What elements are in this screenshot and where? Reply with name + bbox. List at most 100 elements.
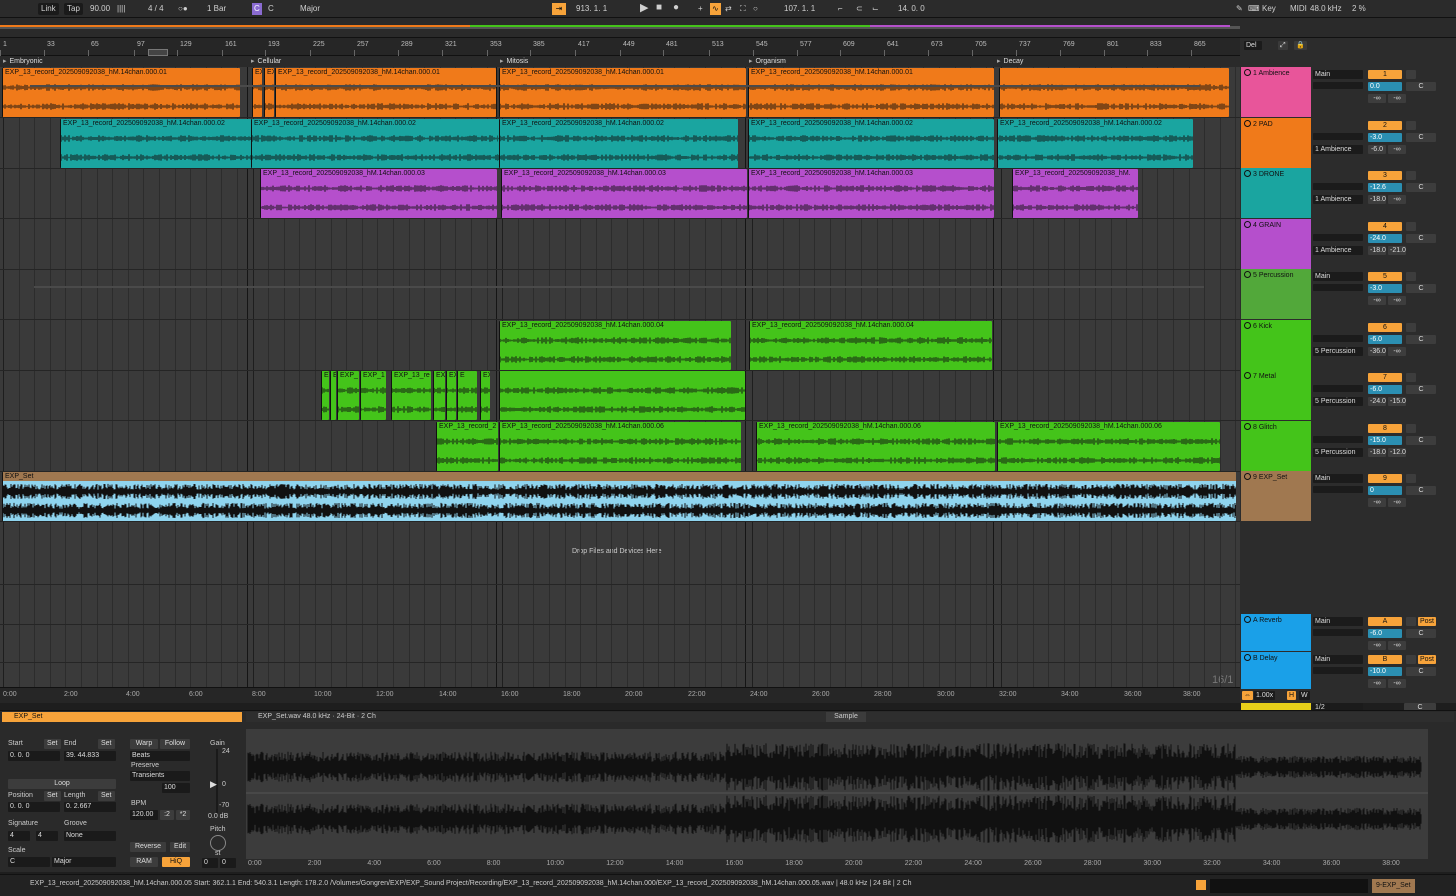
volume-field[interactable]: -10.0 [1368, 667, 1402, 676]
follow-arrow-icon[interactable]: ⇥ [552, 3, 566, 15]
capture-icon[interactable]: ⛶ [740, 3, 746, 15]
locator[interactable]: Decay [997, 57, 1024, 65]
volume-field[interactable]: 0.0 [1368, 82, 1402, 91]
send-b-field[interactable]: -∞ [1388, 195, 1406, 204]
locator-strip[interactable]: Embryonic Cellular Mitosis Organism Decay [0, 56, 1240, 67]
solo-button[interactable] [1406, 70, 1416, 79]
double-tempo-button[interactable]: *2 [176, 810, 190, 820]
sample-tab[interactable]: Sample [826, 712, 866, 722]
audio-clip[interactable]: EXP_E [433, 371, 445, 420]
track-number-button[interactable]: 2 [1368, 121, 1402, 130]
track-header[interactable]: 9 EXP_Set [1241, 471, 1311, 521]
audio-clip[interactable]: EXP_13_record_202509092038_hM.14chan.000… [251, 119, 498, 168]
play-icon[interactable]: ▶ [640, 2, 648, 14]
output-dropdown[interactable]: Main [1313, 474, 1363, 483]
input-dropdown[interactable] [1313, 234, 1363, 241]
record-icon[interactable]: ● [673, 2, 679, 14]
track-header[interactable]: 2 PAD [1241, 118, 1311, 168]
audio-clip[interactable]: EXP_13_record_202509092038_hM.14chan.000… [275, 68, 496, 117]
audio-clip[interactable]: EXP_13_record_202509092038_hM.14chan.000… [499, 119, 738, 168]
track-number-button[interactable]: 7 [1368, 373, 1402, 382]
quantize-dropdown[interactable]: 1 Bar [207, 3, 226, 15]
track-activator-icon[interactable] [1244, 69, 1251, 76]
track-header[interactable]: B Delay [1241, 652, 1311, 689]
volume-field[interactable]: -24.0 [1368, 234, 1402, 243]
pan-field[interactable]: C [1406, 629, 1436, 638]
scale-root-dropdown[interactable]: C [8, 857, 50, 867]
track-activator-icon[interactable] [1244, 322, 1251, 329]
post-button[interactable]: Post [1418, 617, 1436, 626]
send-a-field[interactable]: -18.0 [1368, 246, 1386, 255]
pan-field[interactable]: C [1406, 284, 1436, 293]
ram-button[interactable]: RAM [130, 857, 158, 867]
audio-clip[interactable]: EXP_13_record_202509092038_hM. [1012, 169, 1138, 218]
scale-dropdown[interactable]: Major [300, 3, 320, 15]
send-a-field[interactable]: -18.0 [1368, 448, 1386, 457]
overdub-icon[interactable]: + [698, 3, 703, 15]
solo-button[interactable] [1406, 171, 1416, 180]
volume-field[interactable]: 0 [1368, 486, 1402, 495]
edit-button[interactable]: Edit [170, 842, 190, 852]
track-number-button[interactable]: 1 [1368, 70, 1402, 79]
volume-field[interactable]: -3.0 [1368, 133, 1402, 142]
audio-clip[interactable]: EXP_13_record_202509092038_hM.14chan.000… [499, 321, 731, 370]
track-header[interactable]: 3 DRONE [1241, 168, 1311, 218]
pan-field[interactable]: C [1406, 234, 1436, 243]
post-button[interactable]: Post [1418, 655, 1436, 664]
send-source-dropdown[interactable]: 1 Ambience [1313, 145, 1363, 154]
audio-clip[interactable]: EXP_13_record_202509092038_hM.14chan.000… [748, 169, 994, 218]
locator[interactable]: Organism [749, 57, 786, 65]
send-a-field[interactable]: -∞ [1368, 641, 1386, 650]
punch-in-icon[interactable]: ⌐ [838, 3, 843, 15]
pan-field[interactable]: C [1406, 82, 1436, 91]
loop-start-field[interactable]: 107. 1. 1 [784, 3, 815, 15]
signature-numerator[interactable]: 4 [8, 831, 30, 841]
solo-button[interactable] [1406, 323, 1416, 332]
input-dropdown[interactable] [1313, 183, 1363, 190]
signature-denominator[interactable]: 4 [36, 831, 58, 841]
zoom-icon[interactable]: ⇔ [1242, 691, 1253, 700]
send-a-field[interactable]: -24.0 [1368, 397, 1386, 406]
end-field[interactable]: 39. 44.833 [64, 751, 116, 761]
audio-clip[interactable]: EXP_13_record_202509092038_hM.14chan.000… [499, 422, 741, 471]
track-activator-icon[interactable] [1244, 120, 1251, 127]
pan-field[interactable]: C [1406, 667, 1436, 676]
w-button[interactable]: W [1299, 691, 1310, 700]
track-number-button[interactable]: 3 [1368, 171, 1402, 180]
audio-clip[interactable]: EXP_ [337, 371, 359, 420]
send-source-dropdown[interactable]: 5 Percussion [1313, 397, 1363, 406]
clip-title-bar[interactable]: EXP_Set [2, 712, 242, 722]
pan-field[interactable]: C [1406, 183, 1436, 192]
audio-clip[interactable]: E [457, 371, 477, 420]
locator[interactable]: Embryonic [3, 57, 43, 65]
send-b-field[interactable]: -∞ [1388, 94, 1406, 103]
position-field[interactable]: 0. 0. 0 [8, 802, 60, 812]
audio-clip[interactable]: EXP_13_record_202509092038_hM.14chan.000… [749, 321, 992, 370]
audio-clip[interactable]: EXP_13_record_202509092038_hM.14chan.000… [748, 68, 994, 117]
send-a-field[interactable]: -∞ [1368, 498, 1386, 507]
length-set-button[interactable]: Set [98, 791, 115, 801]
send-b-field[interactable]: -15.0 [1388, 397, 1406, 406]
track-header[interactable]: 1 Ambience [1241, 67, 1311, 117]
track-header[interactable]: 8 Glitch [1241, 421, 1311, 471]
send-b-field[interactable]: -∞ [1388, 498, 1406, 507]
key-map-button[interactable]: Key [1262, 3, 1276, 15]
solo-button[interactable] [1406, 222, 1416, 231]
delete-button[interactable]: Del [1244, 41, 1262, 50]
draw-mode-icon[interactable]: ✎ [1236, 3, 1243, 15]
warning-icon[interactable] [1196, 880, 1206, 890]
automation-arm-icon[interactable]: ∿ [710, 3, 721, 15]
audio-clip[interactable]: EXP_13_record_202509092038_hM.14chan.000… [260, 169, 497, 218]
midi-map-button[interactable]: MIDI [1290, 3, 1307, 15]
locator[interactable]: Mitosis [500, 57, 529, 65]
solo-button[interactable] [1406, 474, 1416, 483]
locator[interactable]: Cellular [251, 57, 282, 65]
track-header[interactable]: 5 Percussion [1241, 269, 1311, 319]
track-number-button[interactable]: 5 [1368, 272, 1402, 281]
track-activator-icon[interactable] [1244, 170, 1251, 177]
output-dropdown[interactable]: Main [1313, 617, 1363, 626]
audio-clip[interactable]: EXP_13_re [391, 371, 431, 420]
loop-button[interactable]: Loop [8, 779, 116, 789]
input-dropdown[interactable] [1313, 284, 1363, 291]
track-number-button[interactable]: A [1368, 617, 1402, 626]
